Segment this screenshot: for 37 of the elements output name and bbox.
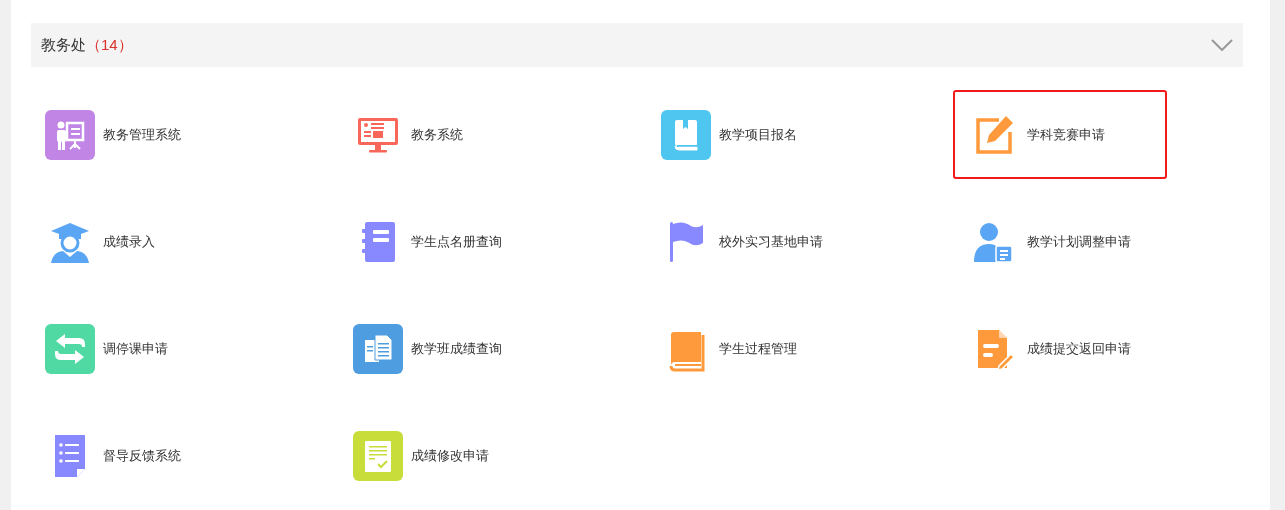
app-label: 督导反馈系统 [103,446,181,465]
app-tile[interactable]: 校外实习基地申请 [645,197,859,286]
app-tile[interactable]: 教务管理系统 [29,90,243,179]
app-label: 教务管理系统 [103,125,181,144]
item-count: （14） [86,34,133,55]
app-tile[interactable]: 教学项目报名 [645,90,859,179]
book-icon [661,109,711,160]
app-tile[interactable]: 学生过程管理 [645,304,859,393]
app-label: 教务系统 [411,125,463,144]
app-label: 成绩提交返回申请 [1027,339,1131,358]
app-label: 教学班成绩查询 [411,339,502,358]
app-tile[interactable]: 学生点名册查询 [337,197,551,286]
chevron-down-icon[interactable] [1211,39,1233,51]
app-label: 学生过程管理 [719,339,797,358]
app-tile[interactable]: 成绩修改申请 [337,411,551,500]
app-tile[interactable]: 教务系统 [337,90,551,179]
app-label: 教学项目报名 [719,125,797,144]
documents-icon [353,323,403,374]
app-label: 校外实习基地申请 [719,232,823,251]
app-tile[interactable]: 教学班成绩查询 [337,304,551,393]
swap-arrows-icon [45,323,95,374]
app-tile[interactable]: 成绩录入 [29,197,243,286]
app-label: 教学计划调整申请 [1027,232,1131,251]
app-label: 学生点名册查询 [411,232,502,251]
app-label: 成绩录入 [103,232,155,251]
app-label: 调停课申请 [103,339,168,358]
checklist-icon [353,430,403,481]
app-tile[interactable]: 督导反馈系统 [29,411,243,500]
app-label: 学科竞赛申请 [1027,125,1105,144]
section-title: 教务处 [41,34,86,55]
app-tile[interactable]: 学科竞赛申请 [953,90,1167,179]
app-tile[interactable]: 教学计划调整申请 [953,197,1167,286]
presenter-icon [45,109,95,160]
app-tile[interactable]: 调停课申请 [29,304,243,393]
app-tile[interactable]: 成绩提交返回申请 [953,304,1167,393]
section-header[interactable]: 教务处（14） [31,23,1243,67]
app-label: 成绩修改申请 [411,446,489,465]
